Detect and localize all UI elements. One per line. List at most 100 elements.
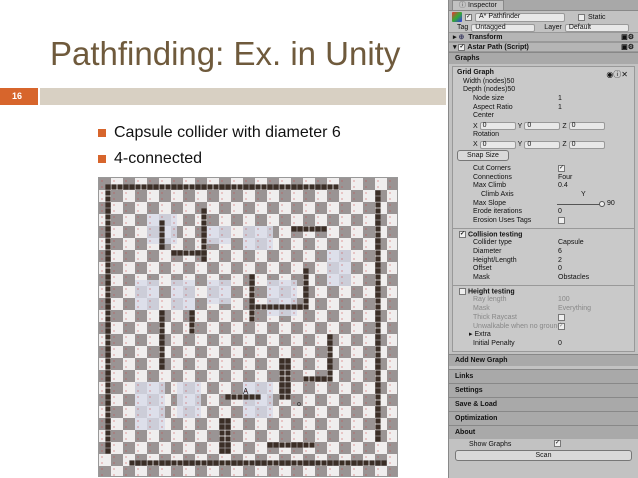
node-dot — [149, 450, 151, 452]
obstacle-block — [105, 322, 111, 328]
node-dot — [245, 294, 247, 296]
node-dot — [125, 336, 127, 338]
transform-component-header[interactable]: ▸ ⊕ Transform ▣⚙ — [449, 32, 638, 42]
blocked-node — [261, 454, 267, 460]
tag-dropdown[interactable]: Untagged — [471, 23, 536, 32]
blocked-node — [225, 376, 231, 382]
diameter-field[interactable]: 6 — [558, 248, 562, 257]
node-dot — [281, 204, 283, 206]
node-dot — [317, 360, 319, 362]
astar-component-header[interactable]: ▾ ✓ Astar Path (Script) ▣⚙ — [449, 42, 638, 52]
blocked-node — [201, 424, 207, 430]
connections-dropdown[interactable]: Four — [558, 174, 572, 183]
max-climb-field[interactable]: 0.4 — [558, 182, 568, 191]
node-dot — [221, 192, 223, 194]
blocked-node — [201, 418, 207, 424]
settings-section[interactable]: Settings — [449, 382, 638, 397]
node-dot — [149, 432, 151, 434]
obstacle-block — [375, 202, 381, 208]
active-checkbox[interactable]: ✓ — [465, 13, 472, 21]
blocked-node — [201, 466, 207, 472]
node-dot — [113, 396, 115, 398]
obstacle-block — [291, 184, 297, 190]
blocked-node — [345, 298, 351, 304]
node-dot — [317, 456, 319, 458]
node-dot — [245, 180, 247, 182]
node-dot — [233, 360, 235, 362]
node-dot — [293, 426, 295, 428]
obstacle-block — [105, 232, 111, 238]
node-dot — [317, 336, 319, 338]
obstacle-block — [249, 274, 255, 280]
mask-dropdown[interactable]: Obstacles — [558, 274, 589, 283]
object-name-field[interactable]: A* Pathfinder — [475, 12, 565, 22]
offset-field[interactable]: 0 — [558, 265, 562, 274]
node-dot — [317, 438, 319, 440]
height-length-field[interactable]: 2 — [558, 257, 562, 266]
obstacle-block — [105, 226, 111, 232]
initial-penalty-field[interactable]: 0 — [558, 340, 562, 349]
node-dot — [149, 426, 151, 428]
slider-handle[interactable] — [599, 200, 606, 207]
static-checkbox[interactable] — [578, 13, 585, 21]
node-dot — [245, 234, 247, 236]
obstacle-block — [279, 460, 285, 466]
scan-button[interactable]: Scan — [455, 449, 632, 461]
climb-axis-dropdown[interactable]: Y — [581, 191, 586, 200]
blocked-node — [297, 298, 303, 304]
height-testing-checkbox[interactable] — [459, 287, 466, 295]
aspect-ratio-field[interactable]: 1 — [558, 104, 562, 113]
center-vector[interactable]: X0Y0Z0 — [453, 121, 634, 131]
collider-type-dropdown[interactable]: Capsule — [558, 239, 584, 248]
node-dot — [149, 306, 151, 308]
links-section[interactable]: Links — [449, 368, 638, 383]
blocked-node — [225, 472, 231, 476]
show-graphs-checkbox[interactable]: ✓ — [554, 440, 561, 448]
blocked-node — [321, 328, 327, 334]
node-dot — [257, 408, 259, 410]
extra-foldout[interactable]: ▸ Extra — [453, 331, 634, 340]
node-dot — [317, 234, 319, 236]
save-load-section[interactable]: Save & Load — [449, 396, 638, 411]
node-dot — [173, 438, 175, 440]
node-dot — [221, 228, 223, 230]
optimization-section[interactable]: Optimization — [449, 410, 638, 425]
erode-iterations-field[interactable]: 0 — [558, 208, 562, 217]
node-dot — [269, 414, 271, 416]
blocked-node — [165, 436, 171, 442]
node-dot — [113, 228, 115, 230]
node-size-field[interactable]: 1 — [558, 95, 562, 104]
node-dot — [281, 252, 283, 254]
max-slope-slider[interactable] — [557, 203, 603, 205]
erosion-tags-checkbox[interactable] — [558, 216, 565, 224]
node-dot — [389, 330, 391, 332]
graphs-section[interactable]: Graphs — [449, 52, 638, 64]
add-new-graph-section[interactable]: Add New Graph — [449, 353, 638, 366]
node-dot — [317, 198, 319, 200]
node-dot — [245, 258, 247, 260]
obstacle-block — [159, 364, 165, 370]
cut-corners-checkbox[interactable]: ✓ — [558, 164, 565, 172]
obstacle-block — [105, 304, 111, 310]
node-dot — [161, 306, 163, 308]
node-dot — [341, 438, 343, 440]
obstacle-block — [159, 232, 165, 238]
obstacle-block — [303, 376, 309, 382]
snap-size-button[interactable]: Snap Size — [457, 149, 509, 161]
blocked-node — [225, 466, 231, 472]
rotation-vector[interactable]: X0Y0Z0 — [453, 140, 634, 150]
blocked-node — [297, 376, 303, 382]
node-dot — [305, 264, 307, 266]
collision-testing-checkbox[interactable]: ✓ — [459, 230, 466, 238]
node-dot — [269, 336, 271, 338]
node-dot — [317, 348, 319, 350]
blocked-node — [201, 442, 207, 448]
node-dot — [257, 354, 259, 356]
node-dot — [137, 378, 139, 380]
node-dot — [137, 468, 139, 470]
about-section[interactable]: About — [449, 424, 638, 439]
blocked-node — [393, 298, 397, 304]
blocked-node — [213, 196, 219, 202]
tab-inspector[interactable]: ⓘ Inspector — [452, 0, 504, 10]
layer-dropdown[interactable]: Default — [564, 23, 629, 32]
